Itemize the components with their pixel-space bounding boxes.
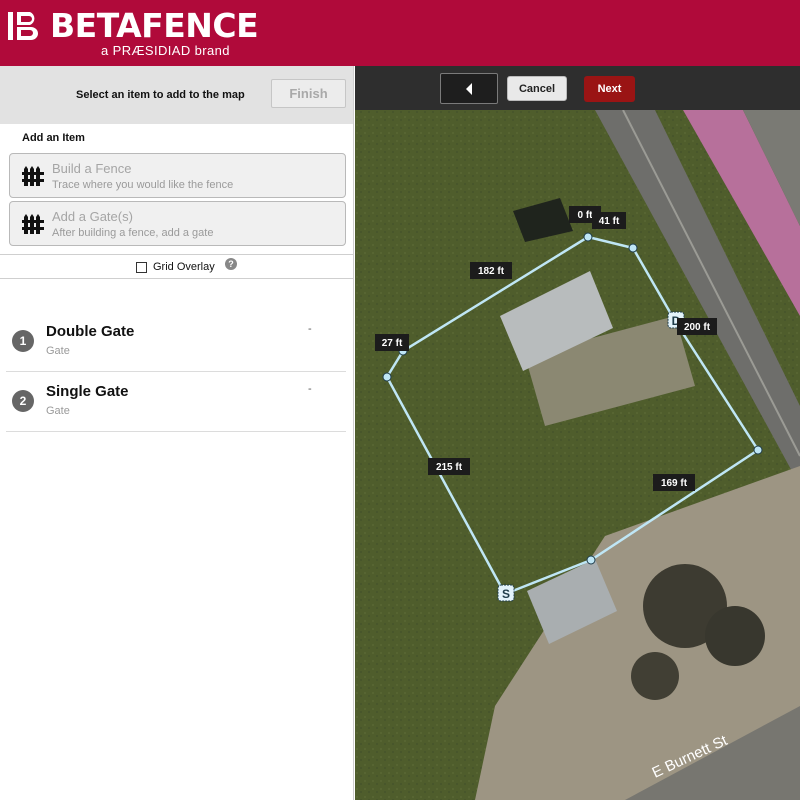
- help-icon[interactable]: ?: [225, 258, 237, 270]
- fence-vertex[interactable]: [382, 372, 392, 382]
- gate-list-item[interactable]: 2 Single Gate Gate -: [6, 372, 346, 432]
- svg-text:169 ft: 169 ft: [661, 478, 688, 489]
- fence-vertex[interactable]: [753, 445, 763, 455]
- back-button[interactable]: [440, 73, 498, 104]
- next-button[interactable]: Next: [584, 76, 635, 102]
- sidebar: Select an item to add to the map Finish …: [0, 66, 354, 800]
- svg-text:27 ft: 27 ft: [382, 338, 403, 349]
- grid-overlay-label: Grid Overlay: [153, 261, 215, 273]
- single-gate-marker[interactable]: S: [497, 584, 515, 602]
- grid-overlay-row: Grid Overlay ?: [0, 254, 354, 279]
- add-gate-subtitle: After building a fence, add a gate: [52, 227, 214, 239]
- svg-text:200 ft: 200 ft: [684, 322, 711, 333]
- brand-name: BETAFENCE: [50, 6, 259, 45]
- segment-label: 215 ft: [428, 458, 470, 475]
- segment-label: 200 ft: [677, 318, 717, 335]
- svg-text:0 ft: 0 ft: [578, 210, 594, 221]
- svg-text:41 ft: 41 ft: [599, 216, 620, 227]
- fence-vertex[interactable]: [583, 232, 593, 242]
- fence-icon: [22, 166, 44, 186]
- brand-tagline: a PRÆSIDIAD brand: [101, 43, 230, 58]
- segment-label: 41 ft: [592, 212, 626, 229]
- segment-label: 169 ft: [653, 474, 695, 491]
- grid-overlay-checkbox[interactable]: [136, 262, 147, 273]
- svg-text:215 ft: 215 ft: [436, 462, 463, 473]
- cancel-button[interactable]: Cancel: [507, 76, 567, 101]
- build-fence-subtitle: Trace where you would like the fence: [52, 179, 234, 191]
- segment-label: 182 ft: [470, 262, 512, 279]
- gate-type: Gate: [46, 405, 70, 417]
- gate-fence-icon: [22, 214, 44, 234]
- tree-cluster: [705, 606, 765, 666]
- build-fence-card[interactable]: Build a Fence Trace where you would like…: [9, 153, 346, 198]
- fence-vertex[interactable]: [586, 555, 596, 565]
- tree-cluster: [631, 652, 679, 700]
- finish-button[interactable]: Finish: [271, 79, 346, 108]
- gate-number-badge: 2: [12, 390, 34, 412]
- gate-name: Single Gate: [46, 383, 129, 400]
- gate-value: -: [308, 383, 312, 395]
- add-item-heading: Add an Item: [22, 132, 85, 144]
- select-item-prompt: Select an item to add to the map: [76, 89, 245, 101]
- gate-marker-label: S: [502, 587, 510, 601]
- build-fence-title: Build a Fence: [52, 161, 132, 176]
- gate-name: Double Gate: [46, 323, 135, 340]
- map-toolbar: Cancel Next: [355, 66, 800, 110]
- gate-list-item[interactable]: 1 Double Gate Gate -: [6, 312, 346, 372]
- app-header: BETAFENCE a PRÆSIDIAD brand: [0, 0, 800, 66]
- map-canvas[interactable]: D S 0 ft 41 ft 182 ft 27 ft 200 ft 215 f…: [355, 66, 800, 800]
- chevron-left-icon: [466, 82, 472, 95]
- gate-value: -: [308, 323, 312, 335]
- betafence-logo-icon: [8, 12, 38, 40]
- gate-number-badge: 1: [12, 330, 34, 352]
- fence-vertex[interactable]: [628, 243, 638, 253]
- sidebar-top-bar: Select an item to add to the map Finish: [0, 66, 353, 124]
- add-gate-title: Add a Gate(s): [52, 209, 133, 224]
- gate-type: Gate: [46, 345, 70, 357]
- add-gate-card[interactable]: Add a Gate(s) After building a fence, ad…: [9, 201, 346, 246]
- segment-label: 27 ft: [375, 334, 409, 351]
- svg-text:182 ft: 182 ft: [478, 266, 505, 277]
- satellite-map[interactable]: D S 0 ft 41 ft 182 ft 27 ft 200 ft 215 f…: [355, 66, 800, 800]
